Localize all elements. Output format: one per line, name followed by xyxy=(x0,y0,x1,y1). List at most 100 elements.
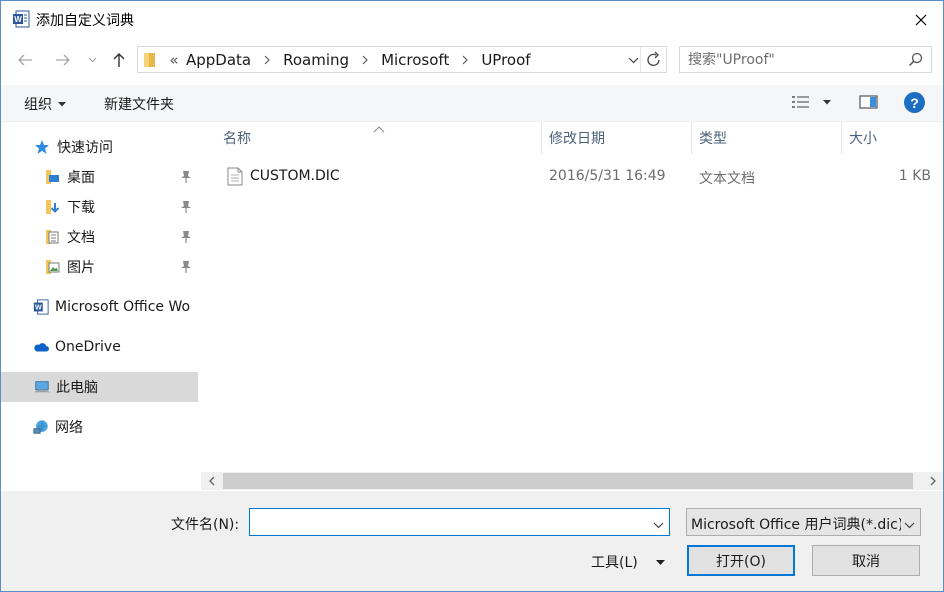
refresh-icon xyxy=(647,51,660,66)
breadcrumb: « AppData Roaming Microsoft UProof xyxy=(166,51,535,69)
column-divider[interactable] xyxy=(541,122,542,154)
help-button[interactable]: ? xyxy=(904,92,925,113)
pictures-folder-icon xyxy=(44,259,60,275)
caret-down-icon xyxy=(655,559,665,565)
pin-icon[interactable] xyxy=(180,260,192,278)
new-folder-button[interactable]: 新建文件夹 xyxy=(104,94,174,114)
filetype-value: Microsoft Office 用户词典(*.dic) xyxy=(691,517,901,533)
network-icon xyxy=(33,419,49,435)
preview-pane-icon xyxy=(859,95,878,109)
nav-network[interactable]: 网络 xyxy=(1,412,198,442)
documents-folder-icon xyxy=(44,229,60,245)
nav-pictures[interactable]: 图片 xyxy=(1,252,198,282)
filename-combobox[interactable] xyxy=(249,508,670,536)
filetype-dropdown-button[interactable] xyxy=(904,517,915,533)
recent-locations-button[interactable] xyxy=(84,48,100,72)
breadcrumb-separator-icon[interactable] xyxy=(353,55,377,65)
column-divider[interactable] xyxy=(841,122,842,154)
nav-quick-access[interactable]: 快速访问 xyxy=(1,132,198,162)
breadcrumb-appdata[interactable]: AppData xyxy=(182,51,255,69)
chevron-down-icon xyxy=(904,522,915,529)
close-button[interactable] xyxy=(899,1,943,38)
arrow-left-icon xyxy=(18,54,32,66)
dialog-footer: 文件名(N): Microsoft Office 用户词典(*.dic) 工具(… xyxy=(1,491,943,591)
pin-icon[interactable] xyxy=(180,200,192,218)
filename-dropdown-button[interactable] xyxy=(653,517,664,533)
nav-this-pc[interactable]: 此电脑 xyxy=(1,372,198,402)
filename-input[interactable] xyxy=(256,513,650,533)
title-bar: W 添加自定义词典 xyxy=(1,1,943,38)
nav-desktop[interactable]: 桌面 xyxy=(1,162,198,192)
scroll-right-button[interactable] xyxy=(922,472,943,490)
filetype-select[interactable]: Microsoft Office 用户词典(*.dic) xyxy=(686,508,921,536)
refresh-button[interactable] xyxy=(646,51,662,72)
file-size: 1 KB xyxy=(898,168,931,184)
nav-microsoft-office-word[interactable]: W Microsoft Office Wo xyxy=(1,292,198,322)
download-folder-icon xyxy=(44,199,60,215)
caret-down-icon xyxy=(58,101,66,106)
address-bar[interactable]: « AppData Roaming Microsoft UProof xyxy=(137,46,667,73)
back-button[interactable] xyxy=(14,48,36,72)
column-divider[interactable] xyxy=(691,122,692,154)
breadcrumb-microsoft[interactable]: Microsoft xyxy=(377,51,453,69)
column-header-name[interactable]: 名称 xyxy=(223,122,251,154)
tools-label: 工具(L) xyxy=(591,555,638,571)
chevron-right-icon xyxy=(930,476,936,486)
nav-documents[interactable]: 文档 xyxy=(1,222,198,252)
breadcrumb-separator-icon[interactable] xyxy=(255,55,279,65)
up-button[interactable] xyxy=(108,48,130,72)
horizontal-scrollbar[interactable] xyxy=(201,472,943,490)
window-title: 添加自定义词典 xyxy=(36,13,134,29)
organize-button[interactable]: 组织 xyxy=(24,94,66,114)
address-history-dropdown[interactable] xyxy=(628,53,639,71)
open-button[interactable]: 打开(O) xyxy=(687,545,795,576)
column-header-size[interactable]: 大小 xyxy=(849,122,877,154)
file-list: 名称 修改日期 类型 大小 CUSTOM.DIC 2016/5/31 16:49… xyxy=(201,122,943,472)
computer-icon xyxy=(34,379,50,395)
file-name: CUSTOM.DIC xyxy=(250,168,340,184)
chevron-left-icon xyxy=(208,476,214,486)
arrow-up-icon xyxy=(113,53,125,67)
desktop-folder-icon xyxy=(44,169,60,185)
dialog-window: W 添加自定义词典 « AppData Roaming Microsoft UP… xyxy=(0,0,944,592)
breadcrumb-overflow[interactable]: « xyxy=(166,51,182,69)
forward-button[interactable] xyxy=(52,48,74,72)
search-icon[interactable] xyxy=(908,52,923,71)
word-app-icon: W xyxy=(12,10,30,28)
cancel-button[interactable]: 取消 xyxy=(812,545,920,576)
file-date: 2016/5/31 16:49 xyxy=(549,168,666,184)
breadcrumb-separator-icon[interactable] xyxy=(453,55,477,65)
svg-text:W: W xyxy=(35,304,42,312)
search-box[interactable] xyxy=(679,46,932,73)
column-header-type[interactable]: 类型 xyxy=(699,122,727,154)
text-file-icon xyxy=(227,167,243,190)
nav-onedrive[interactable]: OneDrive xyxy=(1,332,198,362)
address-divider xyxy=(640,47,641,72)
pin-icon[interactable] xyxy=(180,170,192,188)
nav-label: 图片 xyxy=(67,260,95,276)
chevron-down-icon xyxy=(88,57,96,63)
chevron-down-icon xyxy=(653,522,664,529)
arrow-right-icon xyxy=(56,54,70,66)
filename-label: 文件名(N): xyxy=(171,517,240,533)
nav-label: 文档 xyxy=(67,230,95,246)
tools-button[interactable]: 工具(L) xyxy=(591,552,665,572)
onedrive-cloud-icon xyxy=(33,339,49,355)
nav-label: 桌面 xyxy=(67,170,95,186)
file-row[interactable]: CUSTOM.DIC 2016/5/31 16:49 文本文档 1 KB xyxy=(223,162,943,192)
nav-downloads[interactable]: 下载 xyxy=(1,192,198,222)
nav-label: 快速访问 xyxy=(57,140,113,156)
nav-label: Microsoft Office Wo xyxy=(55,299,191,315)
chevron-down-icon xyxy=(628,57,639,64)
column-header-date[interactable]: 修改日期 xyxy=(549,122,605,154)
star-icon xyxy=(34,139,50,155)
pin-icon[interactable] xyxy=(180,230,192,248)
preview-pane-button[interactable] xyxy=(859,94,879,114)
scroll-left-button[interactable] xyxy=(201,472,222,490)
search-input[interactable] xyxy=(688,50,898,69)
breadcrumb-uproof[interactable]: UProof xyxy=(477,51,534,69)
breadcrumb-roaming[interactable]: Roaming xyxy=(279,51,353,69)
navigation-pane: 快速访问 桌面 下载 文档 图片 W Microsoft Office Wo O… xyxy=(1,122,198,492)
change-view-button[interactable] xyxy=(791,94,831,110)
scroll-thumb[interactable] xyxy=(223,473,913,489)
